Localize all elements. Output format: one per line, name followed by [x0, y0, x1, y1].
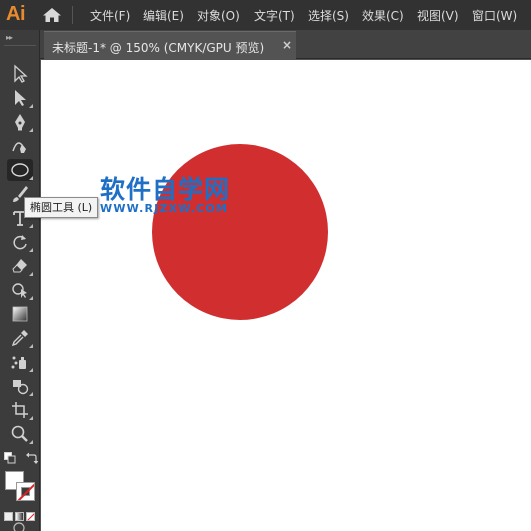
draw-mode-icon[interactable]: [12, 521, 26, 531]
pen-tool-icon[interactable]: [7, 111, 33, 133]
color-mode-icon[interactable]: [4, 512, 13, 521]
menu-type[interactable]: 文字(T): [254, 7, 295, 24]
artboard-canvas[interactable]: 软件自学网 WWW.RJZXW.COM: [41, 60, 531, 531]
eyedropper-tool-icon[interactable]: [7, 327, 33, 349]
menu-edit[interactable]: 编辑(E): [143, 7, 184, 24]
stroke-color-swatch[interactable]: [16, 482, 35, 501]
default-fill-stroke-icon[interactable]: [4, 452, 16, 464]
panel-collapse-icon[interactable]: ▸▸: [6, 33, 13, 42]
menu-select[interactable]: 选择(S): [308, 7, 349, 24]
ellipse-tool-tooltip: 椭圆工具 (L): [24, 197, 99, 218]
menu-separator: [72, 6, 73, 24]
selection-tool-icon[interactable]: [7, 63, 33, 85]
gradient-mode-icon[interactable]: [15, 512, 24, 521]
symbol-sprayer-tool-icon[interactable]: [7, 351, 33, 373]
menu-effect[interactable]: 效果(C): [362, 7, 404, 24]
document-tab-title: 未标题-1* @ 150% (CMYK/GPU 预览): [52, 41, 265, 55]
shape-builder-tool-icon[interactable]: [7, 279, 33, 301]
gradient-tool-icon[interactable]: [7, 303, 33, 325]
swap-fill-stroke-icon[interactable]: [26, 452, 38, 464]
home-icon[interactable]: [42, 7, 62, 23]
close-icon[interactable]: ×: [282, 38, 292, 52]
eraser-tool-icon[interactable]: [7, 255, 33, 277]
artboard-tool-icon[interactable]: [7, 399, 33, 421]
tools-panel: ▸▸: [0, 30, 40, 531]
curvature-tool-icon[interactable]: [7, 135, 33, 157]
direct-selection-tool-icon[interactable]: [7, 87, 33, 109]
none-mode-icon[interactable]: [26, 512, 35, 521]
menu-object[interactable]: 对象(O): [197, 7, 240, 24]
rotate-tool-icon[interactable]: [7, 231, 33, 253]
watermark-title: 软件自学网: [100, 175, 231, 204]
ellipse-tool-icon[interactable]: [7, 159, 33, 181]
watermark-url: WWW.RJZXW.COM: [100, 202, 229, 215]
document-tab-strip: 未标题-1* @ 150% (CMYK/GPU 预览) ×: [40, 30, 531, 59]
panel-divider: [4, 45, 36, 46]
menu-window[interactable]: 窗口(W): [472, 7, 517, 24]
menu-bar: Ai 文件(F) 编辑(E) 对象(O) 文字(T) 选择(S) 效果(C) 视…: [0, 0, 531, 30]
menu-file[interactable]: 文件(F): [90, 7, 130, 24]
live-paint-tool-icon[interactable]: [7, 375, 33, 397]
zoom-tool-icon[interactable]: [7, 423, 33, 445]
color-mode-row: [4, 506, 38, 521]
document-tab[interactable]: 未标题-1* @ 150% (CMYK/GPU 预览) ×: [44, 31, 296, 59]
menu-view[interactable]: 视图(V): [417, 7, 459, 24]
app-logo: Ai: [6, 3, 26, 25]
